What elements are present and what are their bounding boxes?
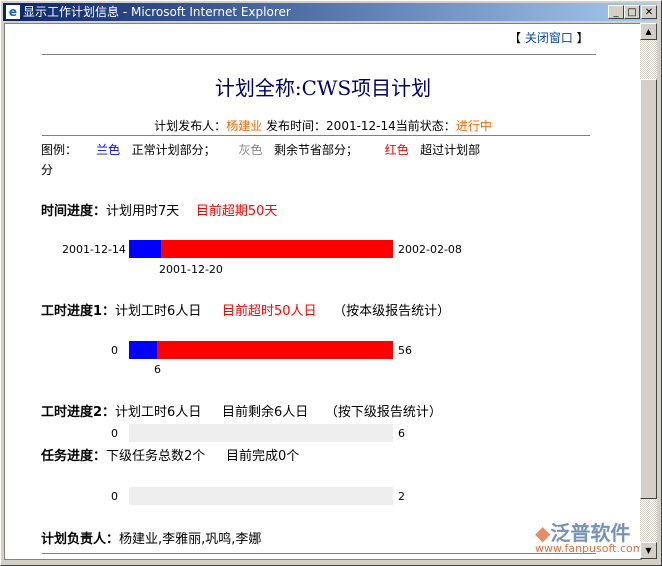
hours1-progress-bar xyxy=(129,341,393,359)
owners-line: 计划负责人：杨建业,李雅丽,巩鸣,李娜 xyxy=(41,528,261,547)
bar-end-label: 2002-02-08 xyxy=(398,243,462,256)
minimize-button[interactable]: _ xyxy=(608,5,624,19)
legend-blue: 兰色 xyxy=(96,143,121,157)
planned-segment xyxy=(129,341,158,359)
hours2-line: 工时进度2：计划工时6人日 目前剩余6人日 （按下级报告统计） xyxy=(41,401,442,420)
section-label: 时间进度： xyxy=(41,204,107,219)
publish-time: 2001-12-14 xyxy=(326,119,396,133)
legend-gray: 灰色 xyxy=(238,143,263,157)
tasks-progress-bar xyxy=(129,487,393,505)
bar-start-label: 0 xyxy=(111,344,118,357)
over-segment xyxy=(160,240,393,258)
section-label: 计划负责人： xyxy=(41,532,120,547)
legend-blue-desc: 正常计划部分； xyxy=(131,143,216,157)
remain-text: 目前剩余6人日 xyxy=(222,405,309,420)
bar-start-label: 2001-12-14 xyxy=(62,243,126,256)
over-segment xyxy=(157,341,393,359)
time-progress-bar xyxy=(129,240,393,258)
legend: 图例： 兰色 正常计划部分； 灰色 剩余节省部分； 红色 超过计划部分 xyxy=(41,140,481,180)
section-label: 工时进度2： xyxy=(41,405,116,420)
done-text: 目前完成0个 xyxy=(225,449,300,464)
publisher: 杨建业 xyxy=(226,119,263,133)
section-label: 工时进度1： xyxy=(41,304,116,319)
scroll-up-button[interactable]: ▲ xyxy=(640,23,657,40)
title-bar: e 显示工作计划信息 - Microsoft Internet Explorer… xyxy=(3,3,657,21)
bar-start-label: 0 xyxy=(111,490,118,503)
over-text: 目前超期50天 xyxy=(195,204,278,219)
bar-end-label: 56 xyxy=(398,344,412,357)
planned-text: 计划用时7天 xyxy=(106,204,180,219)
scroll-down-button[interactable]: ▼ xyxy=(640,542,657,559)
window-title: 显示工作计划信息 - Microsoft Internet Explorer xyxy=(23,5,291,19)
plan-meta: 计划发布人：杨建业 发布时间：2001-12-14当前状态：进行中 xyxy=(5,117,641,134)
planned-text: 计划工时6人日 xyxy=(115,304,202,319)
bar-marker-label: 6 xyxy=(154,363,161,376)
total-text: 下级任务总数2个 xyxy=(106,449,206,464)
note: （按本级报告统计） xyxy=(333,304,451,319)
time-label: 发布时间： xyxy=(266,119,327,133)
over-text: 目前超时50人日 xyxy=(222,304,317,319)
planned-segment xyxy=(129,240,161,258)
watermark-url: www.fanpusoft.com xyxy=(535,542,642,555)
ie-icon: e xyxy=(6,5,20,19)
divider xyxy=(42,135,590,136)
close-button[interactable]: ✕ xyxy=(641,5,657,19)
page-content: 【 关闭窗口 】 计划全称:CWS项目计划 计划发布人：杨建业 发布时间：200… xyxy=(4,23,642,560)
legend-label: 图例： xyxy=(41,143,78,157)
tasks-line: 任务进度：下级任务总数2个 目前完成0个 xyxy=(41,445,299,464)
divider xyxy=(42,553,596,554)
close-window-link-wrap: 【 关闭窗口 】 xyxy=(509,31,589,45)
hours2-progress-bar xyxy=(129,424,393,442)
note: （按下级报告统计） xyxy=(324,405,442,420)
scroll-thumb[interactable] xyxy=(640,79,657,499)
bar-marker-label: 2001-12-20 xyxy=(159,263,223,276)
bar-start-label: 0 xyxy=(111,427,118,440)
publisher-label: 计划发布人： xyxy=(154,119,227,133)
close-window-link[interactable]: 关闭窗口 xyxy=(525,31,573,45)
legend-red: 红色 xyxy=(384,143,409,157)
status: 进行中 xyxy=(455,119,492,133)
vertical-scrollbar[interactable]: ▲ ▼ xyxy=(640,23,657,559)
legend-gray-desc: 剩余节省部分； xyxy=(273,143,358,157)
bar-end-label: 6 xyxy=(398,427,405,440)
time-progress-line: 时间进度：计划用时7天 目前超期50天 xyxy=(41,200,277,219)
divider xyxy=(42,54,596,55)
owner-names: 杨建业,李雅丽,巩鸣,李娜 xyxy=(119,532,262,547)
page-title: 计划全称:CWS项目计划 xyxy=(214,76,432,100)
hours1-line: 工时进度1：计划工时6人日 目前超时50人日 （按本级报告统计） xyxy=(41,300,450,319)
planned-text: 计划工时6人日 xyxy=(115,405,202,420)
bar-end-label: 2 xyxy=(398,490,405,503)
maximize-button[interactable]: □ xyxy=(624,5,640,19)
section-label: 任务进度： xyxy=(41,449,107,464)
status-label: 当前状态： xyxy=(395,119,456,133)
